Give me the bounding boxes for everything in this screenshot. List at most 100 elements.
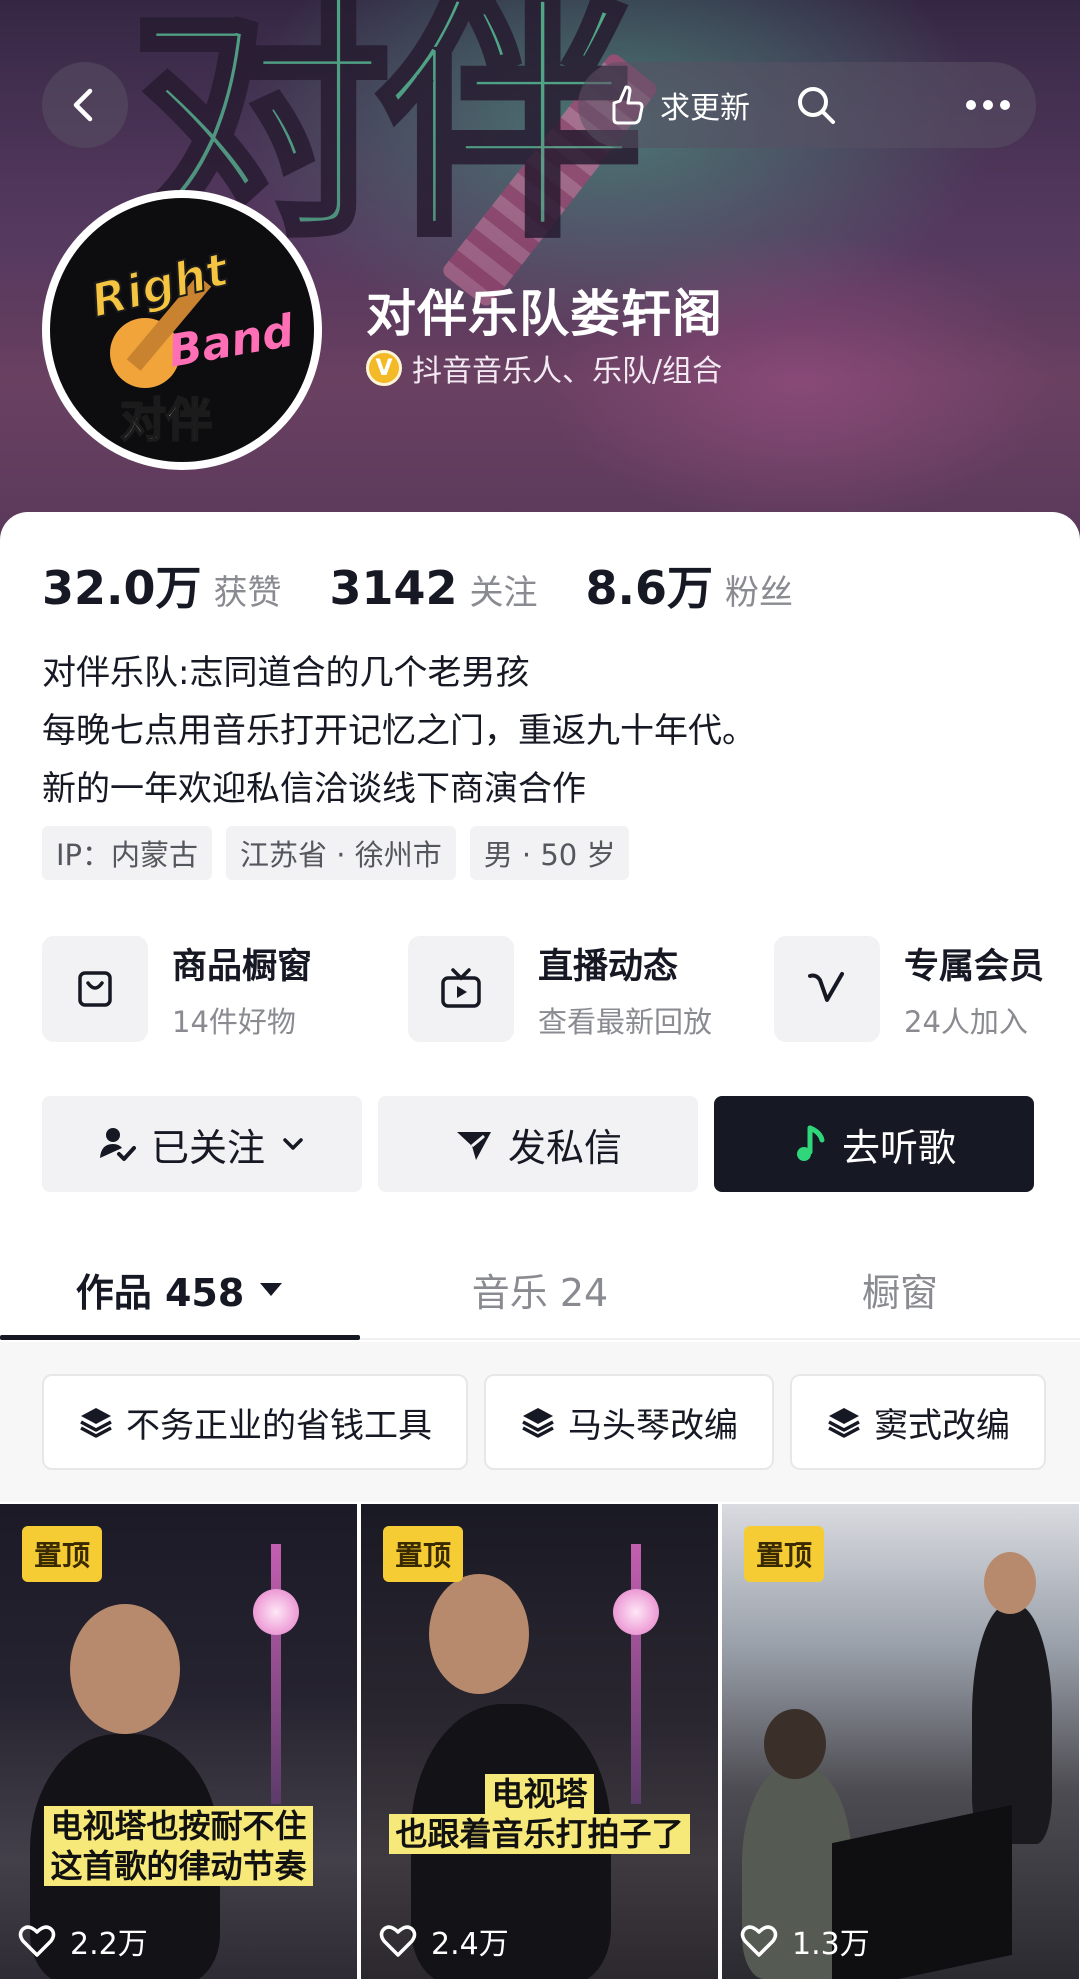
layers-icon [80, 1408, 112, 1438]
feature-title: 专属会员 [904, 946, 1045, 987]
search-icon [798, 87, 835, 124]
stat-followers[interactable]: 8.6万 粉丝 [586, 552, 794, 618]
collection-label: 马头琴改编 [568, 1405, 738, 1446]
like-count: 2.2万 [18, 1919, 148, 1963]
tv-tower-graphic [631, 1544, 641, 1804]
profile-stats: 32.0万 获赞 3142 关注 8.6万 粉丝 [42, 552, 841, 618]
collection-chip[interactable]: 不务正业的省钱工具 [42, 1374, 468, 1470]
send-message-label: 发私信 [507, 1125, 622, 1170]
like-count-value: 2.4万 [431, 1927, 509, 1962]
pinned-badge: 置顶 [22, 1526, 103, 1582]
avatar-logo-text-cn: 对伴 [119, 392, 213, 448]
feature-subtitle: 查看最新回放 [538, 1004, 713, 1039]
tab-label: 作品 458 [75, 1270, 245, 1315]
caption-line: 这首歌的律动节奏 [44, 1846, 313, 1886]
chevron-down-icon [283, 1138, 303, 1150]
tag-location: 江苏省 · 徐州市 [226, 826, 456, 880]
video-thumbnail[interactable]: 置顶 电视塔 也跟着音乐打拍子了 2.4万 [361, 1504, 718, 1979]
stat-value: 32.0万 [42, 561, 202, 615]
request-update-label: 求更新 [660, 91, 750, 126]
bio-line: 对伴乐队:志同道合的几个老男孩 [42, 653, 530, 693]
profile-name: 对伴乐队娄轩阁 [366, 285, 723, 343]
paper-plane-icon [456, 1132, 491, 1160]
user-check-icon [99, 1128, 136, 1161]
singer-head [429, 1574, 529, 1694]
heart-icon [740, 1925, 778, 1957]
bio-line: 新的一年欢迎私信洽谈线下商演合作 [42, 769, 586, 809]
video-grid: 置顶 电视塔也按耐不住 这首歌的律动节奏 2.2万 置顶 电视塔 也跟着音乐打拍… [0, 1504, 1080, 1979]
stat-value: 3142 [329, 561, 458, 615]
profile-bio: 对伴乐队:志同道合的几个老男孩 每晚七点用音乐打开记忆之门，重返九十年代。 新的… [42, 644, 756, 818]
listen-music-label: 去听歌 [841, 1125, 956, 1170]
layers-icon [828, 1408, 860, 1438]
tv-tower-graphic [271, 1544, 281, 1804]
tab-shop-window[interactable]: 橱窗 [720, 1240, 1080, 1338]
video-caption: 电视塔也按耐不住 这首歌的律动节奏 [16, 1806, 341, 1886]
video-thumbnail[interactable]: 置顶 电视塔也按耐不住 这首歌的律动节奏 2.2万 [0, 1504, 357, 1979]
request-update-button[interactable]: 求更新 [578, 62, 766, 148]
profile-actions: 已关注 发私信 去听歌 [42, 1096, 1034, 1192]
more-dots-icon [966, 100, 1010, 110]
pointing-hand-icon [612, 85, 644, 125]
keyboardist-head [764, 1709, 826, 1779]
shopping-bag-icon [42, 936, 148, 1042]
layers-icon [522, 1408, 554, 1438]
tag-gender-age: 男 · 50 岁 [469, 826, 630, 880]
feature-entries: 商品橱窗 14件好物 直播动态 查看最新回放 专属会员 24人加入 [42, 934, 1080, 1044]
avatar-logo-text-top: Right [85, 241, 235, 329]
stat-label: 粉丝 [725, 573, 794, 613]
tag-ip: IP：内蒙古 [42, 826, 213, 880]
video-thumbnail[interactable]: 置顶 1.3万 [722, 1504, 1079, 1979]
verified-label: 抖音音乐人、乐队/组合 [412, 354, 723, 389]
collection-label: 不务正业的省钱工具 [126, 1405, 432, 1446]
back-button[interactable] [42, 62, 128, 148]
music-note-icon [796, 1125, 825, 1161]
video-caption: 电视塔 也跟着音乐打拍子了 [377, 1774, 702, 1854]
search-button[interactable] [766, 62, 866, 148]
caption-line: 也跟着音乐打拍子了 [389, 1814, 690, 1854]
caption-line: 电视塔 [485, 1774, 594, 1814]
like-count-value: 1.3万 [792, 1927, 870, 1962]
vip-v-icon [774, 936, 880, 1042]
feature-shop-window[interactable]: 商品橱窗 14件好物 [42, 934, 408, 1044]
tab-label: 橱窗 [861, 1270, 938, 1315]
collection-chip[interactable]: 窦式改编 [790, 1374, 1046, 1470]
feature-subtitle: 14件好物 [172, 1004, 296, 1039]
singer-head [70, 1604, 180, 1734]
stat-label: 获赞 [213, 573, 282, 613]
stat-label: 关注 [469, 573, 538, 613]
stat-following[interactable]: 3142 关注 [330, 561, 538, 615]
listen-music-button[interactable]: 去听歌 [714, 1096, 1034, 1192]
send-message-button[interactable]: 发私信 [378, 1096, 698, 1192]
heart-icon [18, 1925, 56, 1957]
more-button[interactable] [940, 62, 1036, 148]
followed-button[interactable]: 已关注 [42, 1096, 362, 1192]
singer-figure [972, 1604, 1052, 1844]
tab-music[interactable]: 音乐 24 [360, 1240, 720, 1338]
profile-tags: IP：内蒙古 江苏省 · 徐州市 男 · 50 岁 [42, 826, 630, 880]
caption-line: 电视塔也按耐不住 [44, 1806, 313, 1846]
like-count: 1.3万 [740, 1919, 870, 1963]
collection-chips: 不务正业的省钱工具 马头琴改编 窦式改编 [42, 1374, 1046, 1470]
feature-live[interactable]: 直播动态 查看最新回放 [408, 934, 774, 1044]
like-count-value: 2.2万 [70, 1927, 148, 1962]
pinned-badge: 置顶 [744, 1526, 825, 1582]
caret-down-icon [260, 1283, 283, 1296]
feature-membership[interactable]: 专属会员 24人加入 [774, 934, 1080, 1044]
like-count: 2.4万 [379, 1919, 509, 1963]
content-tabs: 作品 458 音乐 24 橱窗 [0, 1240, 1080, 1340]
tab-works[interactable]: 作品 458 [0, 1240, 360, 1340]
feature-title: 商品橱窗 [172, 946, 313, 987]
feature-subtitle: 24人加入 [904, 1004, 1028, 1039]
bio-line: 每晚七点用音乐打开记忆之门，重返九十年代。 [42, 711, 756, 751]
singer-head [984, 1552, 1036, 1614]
tv-play-icon [408, 936, 514, 1042]
stat-likes[interactable]: 32.0万 获赞 [42, 552, 282, 618]
pinned-badge: 置顶 [383, 1526, 464, 1582]
verified-badge-icon: V [366, 350, 402, 386]
tab-label: 音乐 24 [471, 1270, 609, 1315]
avatar[interactable]: Right Band 对伴 [42, 190, 322, 470]
heart-icon [379, 1925, 417, 1957]
verified-info: V 抖音音乐人、乐队/组合 [366, 346, 722, 390]
collection-chip[interactable]: 马头琴改编 [484, 1374, 774, 1470]
